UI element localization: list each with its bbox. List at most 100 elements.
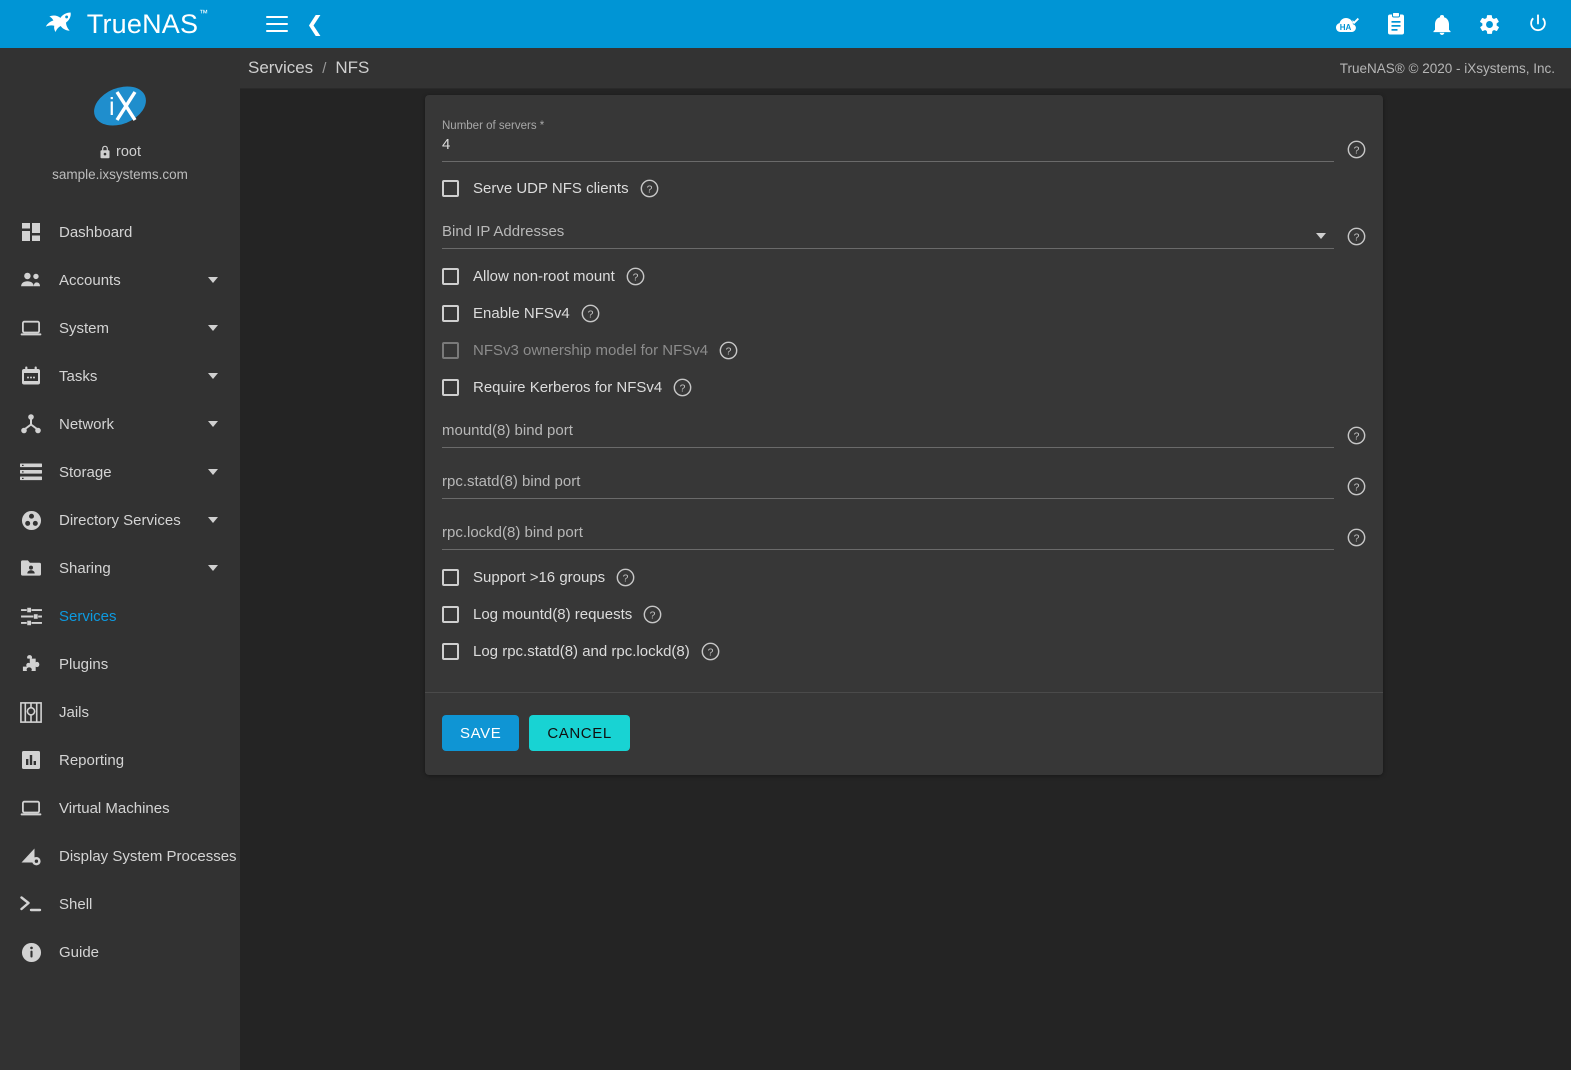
help-icon[interactable]: ?: [1347, 477, 1366, 496]
help-icon[interactable]: ?: [1347, 140, 1366, 159]
sidebar-item-label: Plugins: [59, 655, 109, 673]
nfs-settings-card: Number of servers * 4 ? Serve UDP NFS cl…: [425, 95, 1383, 775]
help-icon[interactable]: ?: [1347, 528, 1366, 547]
sidebar-item-dashboard[interactable]: Dashboard: [0, 208, 240, 256]
chevron-down-icon: [208, 325, 218, 331]
help-icon[interactable]: ?: [1347, 227, 1366, 246]
copyright-text: TrueNAS® © 2020 - iXsystems, Inc.: [1339, 60, 1555, 76]
checkbox-box[interactable]: [442, 379, 459, 396]
checkbox-box[interactable]: [442, 180, 459, 197]
save-button[interactable]: SAVE: [442, 715, 520, 751]
chevron-down-icon: [1316, 233, 1326, 239]
chevron-down-icon: [208, 469, 218, 475]
sidebar-item-jails[interactable]: Jails: [0, 688, 240, 736]
checkbox-log-rpc-statd-lockd[interactable]: Log rpc.statd(8) and rpc.lockd(8) ?: [442, 633, 1366, 670]
checkbox-box[interactable]: [442, 643, 459, 660]
sidebar-item-directory-services[interactable]: Directory Services: [0, 496, 240, 544]
checkbox-log-mountd-requests[interactable]: Log mountd(8) requests ?: [442, 596, 1366, 633]
help-icon[interactable]: ?: [701, 642, 720, 661]
checkbox-allow-non-root-mount[interactable]: Allow non-root mount ?: [442, 258, 1366, 295]
sidebar-item-tasks[interactable]: Tasks: [0, 352, 240, 400]
field-underline: [442, 161, 1334, 162]
checkbox-box[interactable]: [442, 606, 459, 623]
sidebar-item-virtual-machines[interactable]: Virtual Machines: [0, 784, 240, 832]
ha-status-icon[interactable]: HA: [1334, 13, 1360, 35]
accounts-people-icon: [14, 271, 48, 289]
field-number-of-servers: Number of servers * 4 ?: [442, 109, 1366, 162]
field-mountd-bind-port: mountd(8) bind port ?: [442, 406, 1366, 448]
help-icon[interactable]: ?: [640, 179, 659, 198]
sidebar-item-sharing[interactable]: Sharing: [0, 544, 240, 592]
checkbox-box[interactable]: [442, 569, 459, 586]
sidebar-item-label: Tasks: [59, 367, 98, 385]
brand-name-text: TrueNAS: [86, 8, 199, 39]
bind-ip-addresses-select[interactable]: Bind IP Addresses: [442, 221, 1334, 249]
services-tune-icon: [14, 607, 48, 626]
help-icon[interactable]: ?: [626, 267, 645, 286]
sidebar-item-plugins[interactable]: Plugins: [0, 640, 240, 688]
sidebar-item-display-system-processes[interactable]: Display System Processes: [0, 832, 240, 880]
breadcrumb-item-services[interactable]: Services: [248, 58, 313, 78]
checkbox-serve-udp-nfs-clients[interactable]: Serve UDP NFS clients ?: [442, 170, 1366, 207]
brand-trademark: ™: [199, 7, 209, 18]
svg-text:?: ?: [680, 383, 686, 394]
field-rpc-lockd-bind-port: rpc.lockd(8) bind port ?: [442, 499, 1366, 550]
sidebar-item-accounts[interactable]: Accounts: [0, 256, 240, 304]
svg-text:?: ?: [1354, 482, 1360, 493]
help-icon[interactable]: ?: [1347, 426, 1366, 445]
help-icon[interactable]: ?: [719, 341, 738, 360]
sidebar-item-shell[interactable]: Shell: [0, 880, 240, 928]
checkbox-require-kerberos-nfsv4[interactable]: Require Kerberos for NFSv4 ?: [442, 369, 1366, 406]
rpc-lockd-bind-port-placeholder: rpc.lockd(8) bind port: [442, 524, 583, 541]
jails-icon: [14, 701, 48, 723]
sidebar-item-network[interactable]: Network: [0, 400, 240, 448]
sidebar-item-label: Display System Processes: [59, 847, 237, 865]
checkbox-label: Log rpc.statd(8) and rpc.lockd(8): [473, 643, 690, 660]
virtual-machines-icon: [14, 799, 48, 817]
number-of-servers-input[interactable]: 4: [442, 134, 1334, 161]
truenas-fish-logo-icon: [45, 12, 71, 32]
hamburger-menu-icon: [266, 16, 288, 32]
sidebar-item-label: Directory Services: [59, 511, 181, 529]
checkbox-box[interactable]: [442, 268, 459, 285]
brand-logo-area: TrueNAS ™: [0, 0, 240, 48]
clipboard-tasks-icon[interactable]: [1386, 12, 1406, 36]
checkbox-enable-nfsv4[interactable]: Enable NFSv4 ?: [442, 295, 1366, 332]
nfs-settings-form: Number of servers * 4 ? Serve UDP NFS cl…: [425, 95, 1383, 692]
chevron-down-icon: [208, 373, 218, 379]
sidebar-item-system[interactable]: System: [0, 304, 240, 352]
svg-text:?: ?: [623, 573, 629, 584]
sidebar-item-label: Virtual Machines: [59, 799, 170, 817]
sidebar-item-reporting[interactable]: Reporting: [0, 736, 240, 784]
gear-settings-icon[interactable]: [1478, 13, 1501, 36]
help-icon[interactable]: ?: [581, 304, 600, 323]
sidebar-item-label: System: [59, 319, 110, 337]
ix-systems-logo-icon: i: [94, 86, 146, 126]
sidebar-item-services[interactable]: Services: [0, 592, 240, 640]
sidebar-item-label: Shell: [59, 895, 93, 913]
power-icon[interactable]: [1527, 13, 1549, 35]
sidebar-collapse-button[interactable]: ❮: [306, 14, 324, 35]
sidebar-item-label: Storage: [59, 463, 112, 481]
checkbox-support-16-groups[interactable]: Support >16 groups ?: [442, 559, 1366, 596]
svg-text:?: ?: [1354, 533, 1360, 544]
svg-text:?: ?: [726, 346, 732, 357]
breadcrumb-item-nfs: NFS: [335, 58, 370, 77]
checkbox-label: Log mountd(8) requests: [473, 606, 633, 623]
help-icon[interactable]: ?: [673, 378, 692, 397]
sidebar-item-storage[interactable]: Storage: [0, 448, 240, 496]
lock-icon: [100, 145, 110, 159]
help-icon[interactable]: ?: [616, 568, 635, 587]
storage-list-icon: [14, 463, 48, 481]
svg-text:?: ?: [587, 309, 593, 320]
bell-notifications-icon[interactable]: [1432, 13, 1452, 36]
help-icon[interactable]: ?: [643, 605, 662, 624]
checkbox-nfsv3-ownership-model: NFSv3 ownership model for NFSv4 ?: [442, 332, 1366, 369]
sidebar-nav-list: Dashboard Accounts System Tasks Network …: [0, 208, 240, 976]
sidebar-item-guide[interactable]: Guide: [0, 928, 240, 976]
cancel-button[interactable]: CANCEL: [529, 715, 630, 751]
svg-text:?: ?: [632, 272, 638, 283]
hamburger-menu-button[interactable]: [266, 16, 288, 32]
breadcrumb-bar: Services / NFS TrueNAS® © 2020 - iXsyste…: [240, 48, 1571, 89]
checkbox-box[interactable]: [442, 305, 459, 322]
